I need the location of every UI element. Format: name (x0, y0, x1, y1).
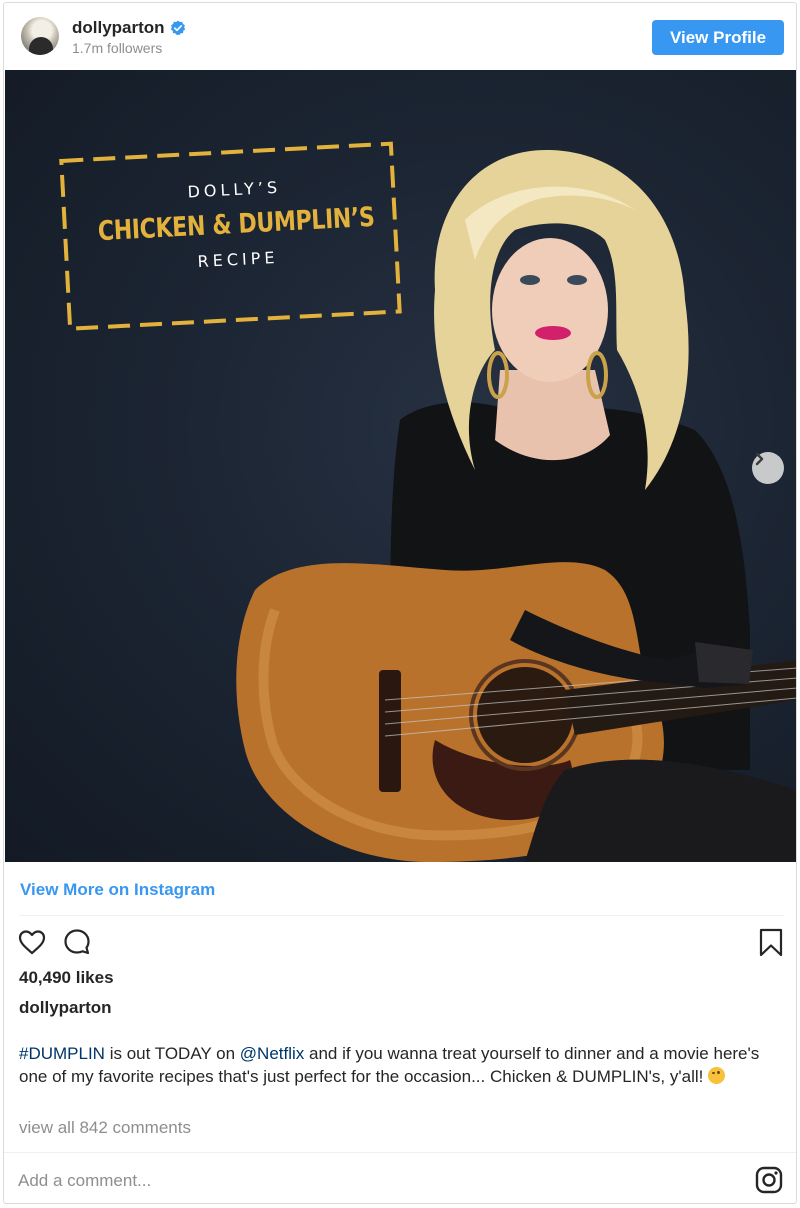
post-header: dollyparton 1.7m followers View Profile (4, 3, 796, 70)
view-profile-button[interactable]: View Profile (652, 20, 784, 55)
winking-emoji-icon (708, 1066, 726, 1084)
view-more-link[interactable]: View More on Instagram (20, 880, 215, 900)
mention-link[interactable]: @Netflix (240, 1044, 305, 1063)
instagram-embed-card: dollyparton 1.7m followers View Profile (3, 2, 797, 1204)
recipe-overlay-text: DOLLY’S CHICKEN & DUMPLIN’S RECIPE (63, 151, 408, 278)
divider (19, 915, 784, 916)
caption-username[interactable]: dollyparton (19, 998, 112, 1018)
carousel-next-button[interactable] (752, 452, 784, 484)
view-all-comments-link[interactable]: view all 842 comments (19, 1118, 191, 1138)
username-row: dollyparton (72, 18, 186, 38)
post-caption: #DUMPLIN is out TODAY on @Netflix and if… (19, 1043, 769, 1088)
add-comment-input[interactable] (18, 1167, 718, 1195)
hashtag-link[interactable]: #DUMPLIN (19, 1044, 105, 1063)
post-image[interactable]: DOLLY’S CHICKEN & DUMPLIN’S RECIPE (5, 70, 796, 862)
heart-icon[interactable] (17, 927, 47, 957)
divider (4, 1152, 796, 1153)
username[interactable]: dollyparton (72, 18, 165, 38)
verified-badge-icon (170, 20, 185, 36)
chevron-right-icon (755, 452, 764, 466)
comment-icon[interactable] (62, 927, 92, 957)
likes-count[interactable]: 40,490 likes (19, 968, 114, 988)
instagram-icon[interactable] (754, 1165, 784, 1195)
caption-text: is out TODAY on (104, 1044, 240, 1063)
avatar[interactable] (21, 17, 59, 55)
recipe-overlay-line2: CHICKEN & DUMPLIN’S (97, 201, 376, 248)
follower-count: 1.7m followers (72, 40, 163, 56)
bookmark-icon[interactable] (756, 927, 786, 957)
